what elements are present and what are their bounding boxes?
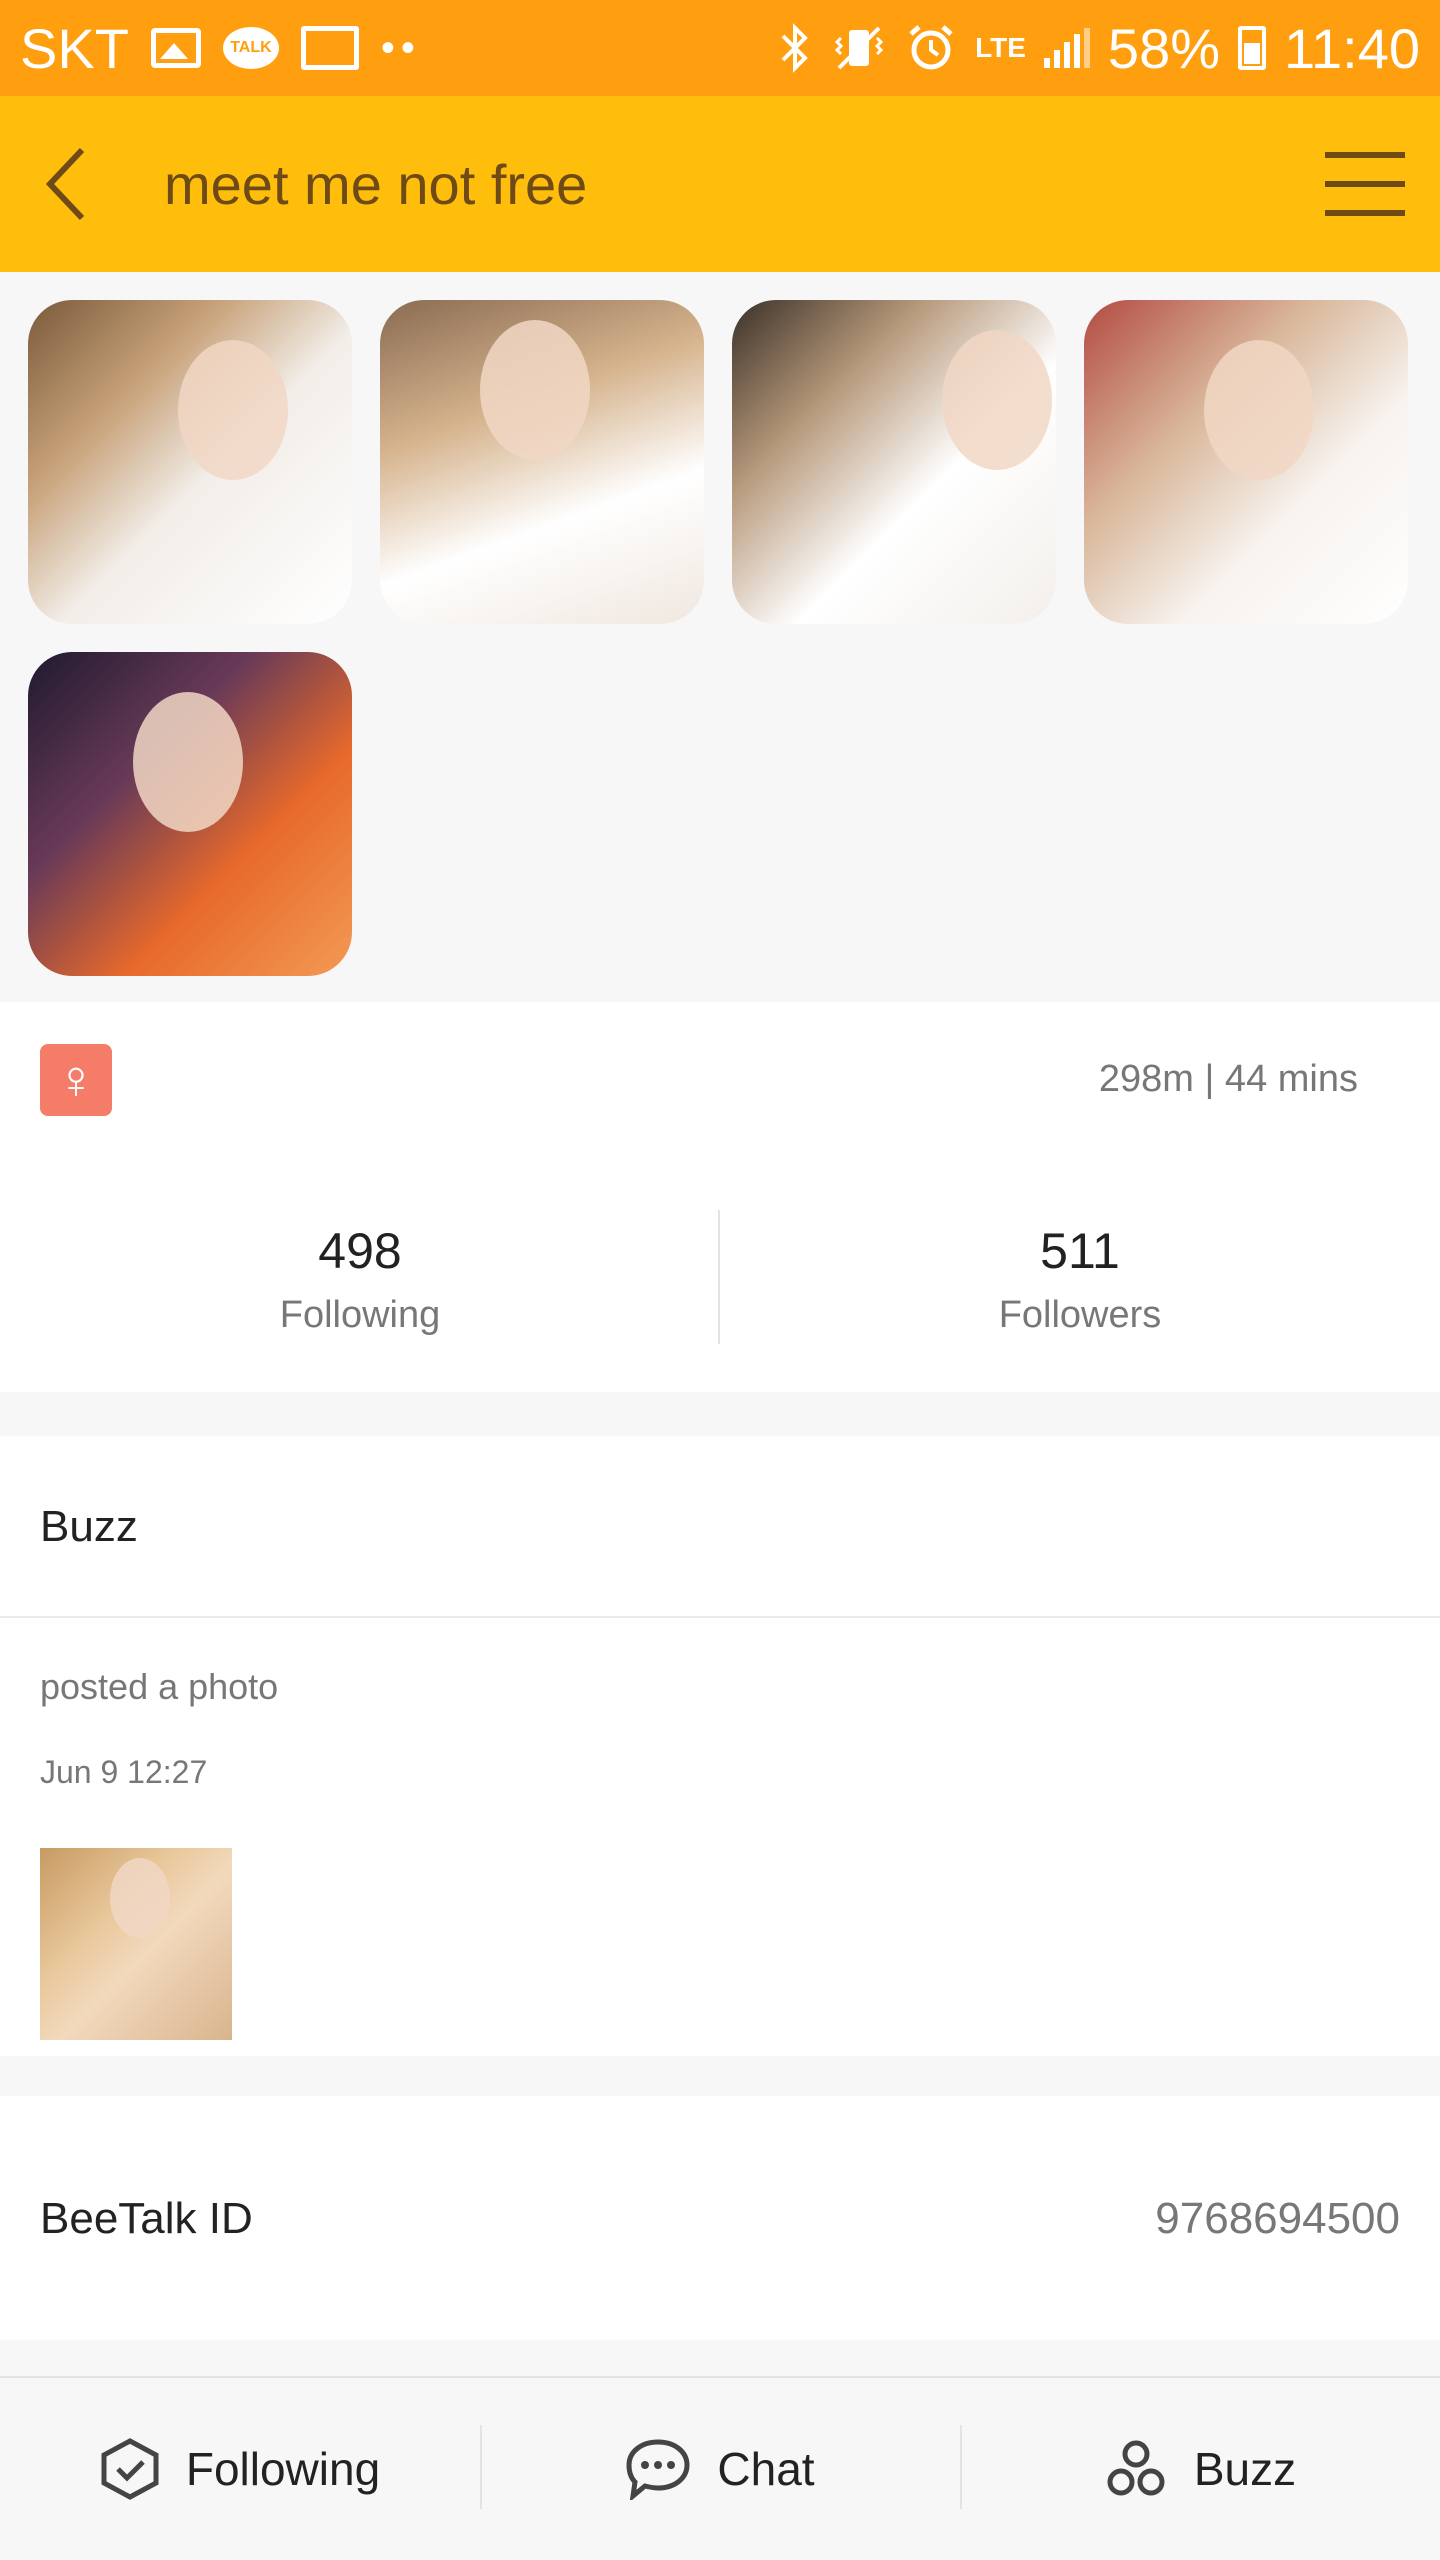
battery-icon [1238,26,1267,70]
status-bar: SKT TALK •• LTE 58% 11:40 [0,0,1440,96]
status-left: SKT TALK •• [20,16,421,81]
profile-photo-4[interactable] [1084,300,1408,624]
talk-icon-label: TALK [230,39,272,56]
beetalk-id-label: BeeTalk ID [40,2194,253,2243]
followers-label: Followers [998,1294,1162,1336]
beetalk-id-value: 9768694500 [1155,2194,1400,2243]
profile-photo-1[interactable] [28,300,352,624]
chat-button-label: Chat [717,2443,815,2495]
chat-button[interactable]: Chat [480,2377,960,2560]
following-label: Following [279,1294,441,1336]
beetalk-id-row: BeeTalk ID 9768694500 [0,2096,1440,2340]
profile-photo-2[interactable] [380,300,704,624]
buzz-divider [0,1616,1440,1618]
back-arrow-icon [45,147,85,221]
female-gender-icon: ♀ [40,1044,112,1116]
chat-bubble-icon [626,2439,690,2500]
follow-button-label: Following [185,2443,381,2495]
buzz-button-label: Buzz [1193,2443,1297,2495]
following-count: 498 [318,1223,402,1279]
buzz-post-time: Jun 9 12:27 [40,1754,208,1790]
distance-last-seen: 298m | 44 mins [1098,1058,1358,1100]
profile-photo-grid [0,272,1440,1002]
carrier-label: SKT [20,16,129,80]
battery-percent: 58% [1107,16,1221,80]
app-bar: meet me not free [0,96,1440,272]
profile-photo-3[interactable] [732,300,1056,624]
hamburger-menu-icon [1325,152,1405,216]
buzz-post-action: posted a photo [40,1666,279,1707]
bottom-action-bar: Following Chat Buzz [0,2376,1440,2560]
buzz-post-photo[interactable] [40,1848,232,2040]
bluetooth-icon [781,23,808,73]
more-notifications-icon: •• [380,25,421,70]
followers-stat[interactable]: 511 Followers [720,1222,1440,1337]
mail-notification-icon [300,26,359,70]
following-stat[interactable]: 498 Following [0,1222,720,1337]
buzz-header[interactable]: Buzz [40,1502,138,1552]
followers-count: 511 [1040,1223,1120,1279]
buzz-hexagons-icon [1107,2440,1165,2496]
buzz-button[interactable]: Buzz [960,2377,1440,2560]
signal-strength-icon [1043,28,1090,68]
clock-time: 11:40 [1284,16,1420,80]
kakaotalk-notification-icon: TALK [222,27,279,69]
follow-check-icon [101,2438,159,2500]
profile-photo-5[interactable] [28,652,352,976]
page-title: meet me not free [164,152,588,216]
gallery-notification-icon [150,28,201,68]
menu-button[interactable] [1290,96,1440,272]
profile-info-section: ♀ 298m | 44 mins 498 Following 511 Follo… [0,1002,1440,1392]
alarm-icon [909,25,953,70]
follow-button[interactable]: Following [0,2377,480,2560]
network-type-label: LTE [975,32,1026,63]
status-right: LTE 58% 11:40 [777,16,1420,81]
back-button[interactable] [0,96,130,272]
vibrate-mute-icon [834,26,884,70]
buzz-section: Buzz posted a photo Jun 9 12:27 [0,1436,1440,2056]
